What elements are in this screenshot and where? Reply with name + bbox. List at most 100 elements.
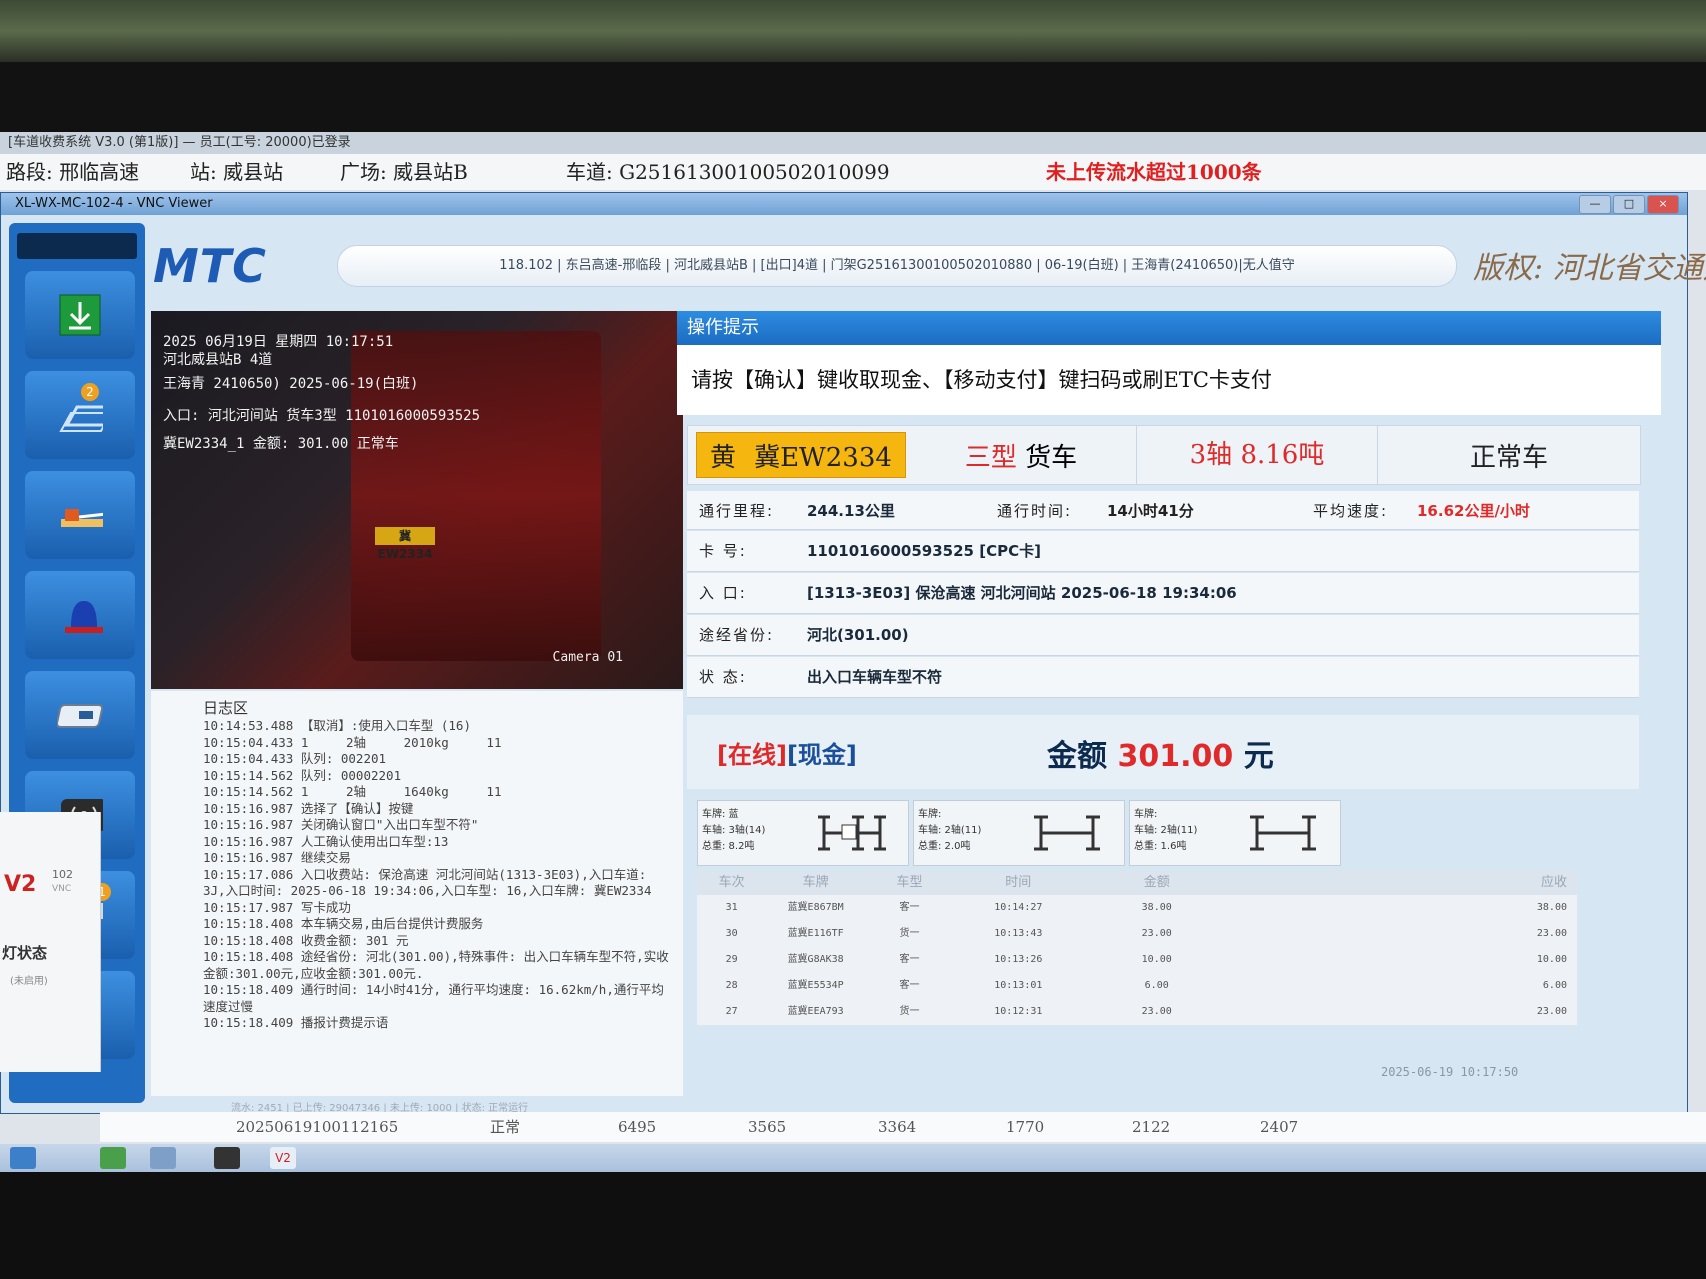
plate-color: 黄 xyxy=(710,442,737,473)
table-row[interactable]: 29 蓝冀G8AK38 客一 10:13:26 10.00 10.00 xyxy=(697,947,1577,973)
vnc-titlebar[interactable]: XL-WX-MC-102-4 - VNC Viewer — □ × xyxy=(1,193,1687,215)
table-cell: 23.00 xyxy=(1536,1006,1567,1017)
host-row-cell: 1770 xyxy=(1006,1118,1045,1136)
log-line: 10:15:16.987 人工确认使用出口车型:13 xyxy=(203,833,449,849)
host-window-title: [车道收费系统 V3.0 (第1版)] — 员工(工号: 20000)已登录 xyxy=(0,132,1706,154)
table-row[interactable]: 28 蓝冀E5534P 客一 10:13:01 6.00 6.00 xyxy=(697,973,1577,999)
vnc-app-icon[interactable]: V2 xyxy=(4,872,36,897)
taskbar: V2 xyxy=(0,1144,1706,1172)
tip-header: 操作提示 xyxy=(677,311,1661,345)
log-line: 10:15:16.987 选择了【确认】按键 xyxy=(203,800,414,816)
table-cell: 蓝冀G8AK38 xyxy=(787,954,844,965)
axle-card-weight: 总重: 2.0吨 xyxy=(918,841,971,852)
camera-osd-line: 冀EW2334_1 金额: 301.00 正常车 xyxy=(163,436,399,452)
plate-number: 冀EW2334 xyxy=(754,442,892,473)
host-lane: 车道: G25161300100502010099 xyxy=(566,160,890,184)
v2-taskbar-icon[interactable]: V2 xyxy=(270,1147,296,1169)
axle-cards: 车牌: 蓝车轴: 3轴(14) 总重: 8.2吨 车牌: 车轴: 2轴(11) 总重:… xyxy=(697,800,1341,866)
table-row[interactable]: 31 蓝冀E867BM 客一 10:14:27 38.00 38.00 xyxy=(697,895,1577,921)
vehicle-axles: 3轴 xyxy=(1189,440,1233,470)
table-cell: 23.00 xyxy=(1536,928,1567,939)
plate-box: 黄 冀EW2334 xyxy=(696,432,906,478)
table-row[interactable]: 27 蓝冀EEA793 货一 10:12:31 23.00 23.00 xyxy=(697,999,1577,1025)
log-line: 10:15:18.409 通行时间: 14小时41分, 通行平均速度: 16.6… xyxy=(203,982,664,1014)
maximize-button[interactable]: □ xyxy=(1613,195,1645,214)
table-cell: 蓝冀E5534P xyxy=(787,980,844,991)
state-label: 状 态: xyxy=(699,668,747,686)
host-row-cell: 3565 xyxy=(748,1118,787,1136)
amount-value: 301.00 xyxy=(1117,739,1234,774)
sidebar-button-barrier[interactable] xyxy=(25,471,135,559)
online-flag: [在线] xyxy=(717,741,787,769)
axle-diagram-icon xyxy=(1034,815,1100,851)
mileage-value: 244.13公里 xyxy=(807,502,895,520)
log-line: 10:15:17.987 写卡成功 xyxy=(203,899,351,915)
log-line: 10:15:17.086 入口收费站: 保沧高速 河北河间站(1313-3E03… xyxy=(203,866,654,899)
host-row-cell: 3364 xyxy=(878,1118,917,1136)
host-bottom-row: 20250619100112165 正常 6495 3565 3364 1770… xyxy=(100,1112,1706,1142)
log-line: 10:14:53.488 【取消】:使用入口车型 (16) xyxy=(203,718,471,733)
table-cell: 38.00 xyxy=(1141,902,1172,913)
close-button[interactable]: × xyxy=(1647,195,1679,214)
province-row: 途经省份: 河北(301.00) xyxy=(687,615,1639,656)
province-value: 河北(301.00) xyxy=(807,626,909,644)
col-header: 时间 xyxy=(1005,875,1032,890)
minimize-button[interactable]: — xyxy=(1579,195,1611,214)
table-cell: 6.00 xyxy=(1144,980,1169,991)
card-reader-icon xyxy=(57,692,103,738)
axle-card[interactable]: 车牌: 蓝车轴: 3轴(14) 总重: 8.2吨 xyxy=(697,800,909,866)
table-cell: 28 xyxy=(725,980,738,991)
history-timestamp: 2025-06-19 10:17:50 xyxy=(1381,1065,1519,1079)
table-cell: 10.00 xyxy=(1141,954,1172,965)
trip-stats-row: 通行里程: 244.13公里 通行时间: 14小时41分 平均速度: 16.62… xyxy=(687,491,1639,530)
axle-card[interactable]: 车牌: 车轴: 2轴(11) 总重: 1.6吨 xyxy=(1129,800,1341,866)
history-table[interactable]: 车次 车牌 车型 时间 金额 应收 31 蓝冀E867BM 客一 10:14:27 38… xyxy=(697,871,1577,1025)
axle-diagram-icon xyxy=(818,815,886,851)
photo-background-top xyxy=(0,0,1706,62)
camera-plate: 冀EW2334 xyxy=(375,527,435,561)
card-row: 卡 号: 1101016000593525 [CPC卡] xyxy=(687,531,1639,572)
alarm-light-icon xyxy=(57,592,103,638)
sidebar-button-layers[interactable]: 2 xyxy=(25,371,135,459)
start-button-icon[interactable] xyxy=(10,1147,36,1169)
table-cell: 30 xyxy=(725,928,738,939)
payment-panel: [在线][现金] 金额 301.00 元 xyxy=(687,715,1639,789)
sidebar-button-card-reader[interactable] xyxy=(25,671,135,759)
col-header: 车次 xyxy=(718,875,745,890)
host-plaza: 广场: 威县站B xyxy=(340,160,468,184)
col-header: 车型 xyxy=(896,875,923,890)
log-line: 10:15:14.562 队列: 00002201 xyxy=(203,767,402,783)
cash-flag: [现金] xyxy=(786,741,857,769)
browser-icon[interactable] xyxy=(100,1147,126,1169)
axle-card-weight: 总重: 8.2吨 xyxy=(702,841,755,852)
sidebar-button-alarm[interactable] xyxy=(25,571,135,659)
table-cell: 客一 xyxy=(899,954,920,965)
table-cell: 10:14:27 xyxy=(994,902,1043,913)
axle-card-weight: 总重: 1.6吨 xyxy=(1134,841,1187,852)
table-row[interactable]: 30 蓝冀E116TF 货一 10:13:43 23.00 23.00 xyxy=(697,921,1577,947)
mileage-label: 通行里程: xyxy=(699,502,775,520)
log-line: 10:15:18.408 途经省份: 河北(301.00),特殊事件: 出入口车… xyxy=(203,949,669,981)
vehicle-weight: 8.16吨 xyxy=(1240,440,1325,470)
sidebar-button-download[interactable] xyxy=(25,271,135,359)
folder-icon[interactable] xyxy=(150,1147,176,1169)
axle-card-plate: 车牌: xyxy=(918,809,942,820)
vnc-window[interactable]: XL-WX-MC-102-4 - VNC Viewer — □ × 2 1 MT… xyxy=(0,192,1706,1114)
log-panel[interactable]: 日志区 10:14:53.488 【取消】:使用入口车型 (16) 10:15:0… xyxy=(151,691,683,1096)
axle-card-plate: 车牌: xyxy=(1134,809,1158,820)
table-cell: 10:13:01 xyxy=(994,980,1043,991)
host-row-cell: 2407 xyxy=(1260,1118,1299,1136)
log-lines: 10:14:53.488 【取消】:使用入口车型 (16) 10:15:04.43… xyxy=(151,718,683,1032)
table-cell: 10.00 xyxy=(1536,954,1567,965)
table-cell: 客一 xyxy=(899,980,920,991)
monitor-bezel-bottom xyxy=(0,1172,1706,1279)
table-cell: 蓝冀E116TF xyxy=(787,928,844,939)
vnc-title-text: XL-WX-MC-102-4 - VNC Viewer xyxy=(15,196,213,211)
vnc-taskbar-icon[interactable] xyxy=(214,1147,240,1169)
status-line: 118.102 | 东吕高速-邢临段 | 河北威县站B | [出口]4道 | 门… xyxy=(337,245,1457,287)
camera-osd-line: 河北威县站B 4道 xyxy=(163,352,273,368)
host-station: 站: 威县站 xyxy=(190,160,284,184)
log-line: 10:15:18.408 收费金额: 301 元 xyxy=(203,932,409,948)
axle-card[interactable]: 车牌: 车轴: 2轴(11) 总重: 2.0吨 xyxy=(913,800,1125,866)
entry-value: [1313-3E03] 保沧高速 河北河间站 2025-06-18 19:34:… xyxy=(807,584,1237,602)
